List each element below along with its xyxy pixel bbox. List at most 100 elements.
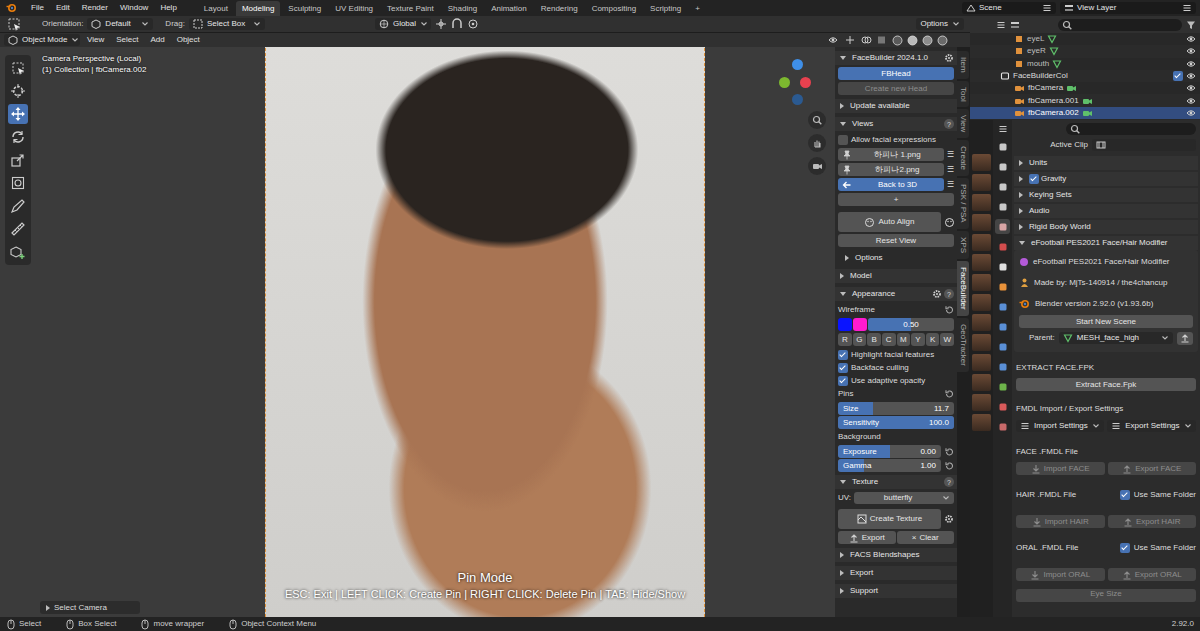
viewport-menu[interactable]: View xyxy=(82,34,109,46)
image-thumbnail[interactable] xyxy=(972,394,991,411)
expand-arrow[interactable] xyxy=(1019,192,1023,198)
checkbox[interactable] xyxy=(1120,490,1130,500)
outliner-row[interactable]: mouth xyxy=(970,58,1200,70)
menu-item[interactable]: Window xyxy=(115,2,153,14)
image-thumbnail[interactable] xyxy=(972,334,991,351)
image-thumbnail[interactable] xyxy=(972,294,991,311)
view-layer-field[interactable]: View Layer xyxy=(1060,2,1196,14)
expand-arrow[interactable] xyxy=(1019,241,1025,245)
create-texture-button[interactable]: Create Texture xyxy=(838,509,941,529)
properties-section[interactable]: Gravity xyxy=(1014,172,1198,186)
expand-arrow[interactable] xyxy=(840,292,846,296)
menu-item[interactable]: Edit xyxy=(51,2,75,14)
clear-texture-button[interactable]: ×Clear xyxy=(897,531,955,544)
view-button[interactable]: Back to 3D xyxy=(838,178,944,191)
image-thumbnail[interactable] xyxy=(972,214,991,231)
properties-tab[interactable] xyxy=(995,139,1010,154)
head-button[interactable]: Create new Head xyxy=(838,82,954,95)
menu-item[interactable]: Render xyxy=(77,2,113,14)
color-preset-button[interactable]: M xyxy=(897,333,911,346)
gizmo-axis[interactable] xyxy=(800,77,811,88)
color-preset-button[interactable]: B xyxy=(867,333,881,346)
outliner-row[interactable]: eyeL xyxy=(970,33,1200,45)
color-preset-button[interactable]: C xyxy=(882,333,896,346)
uv-dropdown[interactable]: butterfly xyxy=(854,492,954,504)
wireframe-opacity-slider[interactable]: 0.50 xyxy=(868,318,954,331)
expand-arrow[interactable] xyxy=(845,255,849,261)
properties-tab[interactable] xyxy=(995,219,1010,234)
image-thumbnail[interactable] xyxy=(972,374,991,391)
tool-button[interactable] xyxy=(8,58,28,78)
viewport-menu[interactable]: Object xyxy=(172,34,205,46)
menu-item[interactable]: File xyxy=(26,2,49,14)
extract-button[interactable]: Extract Face.Fpk xyxy=(1016,378,1196,391)
tool-button[interactable] xyxy=(8,196,28,216)
camera-view-button[interactable] xyxy=(808,157,826,175)
workspace-tab[interactable]: Sculpting xyxy=(282,1,327,16)
sidebar-tab[interactable]: XPS xyxy=(957,231,969,259)
properties-tab[interactable] xyxy=(995,339,1010,354)
expand-arrow[interactable] xyxy=(1019,176,1023,182)
checkbox[interactable] xyxy=(838,350,848,360)
checkbox[interactable] xyxy=(1173,71,1183,81)
settings-dropdown[interactable]: Import Settings xyxy=(1016,420,1104,432)
background-setting-slider[interactable]: Exposure0.00 xyxy=(838,445,941,458)
tool-button[interactable] xyxy=(8,150,28,170)
properties-tab[interactable] xyxy=(995,319,1010,334)
properties-tab[interactable] xyxy=(995,239,1010,254)
properties-tab[interactable] xyxy=(995,199,1010,214)
import-file-button[interactable]: Import HAIR xyxy=(1016,515,1105,528)
expand-arrow[interactable] xyxy=(1019,208,1023,214)
panel-header[interactable]: FaceBuilder 2024.1.0 xyxy=(835,51,957,65)
image-thumbnail[interactable] xyxy=(972,154,991,171)
import-file-button[interactable]: Import ORAL xyxy=(1016,568,1105,581)
add-view-button[interactable]: + xyxy=(838,193,954,206)
properties-section[interactable]: Audio xyxy=(1014,204,1198,218)
workspace-tab[interactable]: Layout xyxy=(198,1,234,16)
views-section[interactable]: Views? xyxy=(835,117,957,131)
image-thumbnail[interactable] xyxy=(972,194,991,211)
checkbox[interactable] xyxy=(1120,543,1130,553)
properties-tab[interactable] xyxy=(995,399,1010,414)
properties-tab[interactable] xyxy=(995,159,1010,174)
image-thumbnail[interactable] xyxy=(972,174,991,191)
properties-section[interactable]: Rigid Body World xyxy=(1014,220,1198,234)
options-dropdown[interactable]: Options xyxy=(916,18,964,30)
gizmo-axis[interactable] xyxy=(779,77,790,88)
expand-arrow[interactable] xyxy=(46,605,50,611)
color-preset-button[interactable]: K xyxy=(926,333,940,346)
view-button[interactable]: 하피나 1.png xyxy=(838,148,944,161)
drag-dropdown[interactable]: Select Box xyxy=(189,18,265,30)
expand-arrow[interactable] xyxy=(1019,224,1023,230)
color-preset-button[interactable]: R xyxy=(838,333,852,346)
properties-tab[interactable] xyxy=(995,259,1010,274)
sidebar-tab[interactable]: View xyxy=(957,109,969,138)
sidebar-tab[interactable]: GeoTracker xyxy=(957,318,969,372)
pin-setting-slider[interactable]: Size11.7 xyxy=(838,402,954,415)
tool-button[interactable] xyxy=(8,81,28,101)
texture-section[interactable]: Texture? xyxy=(835,475,957,489)
properties-tab[interactable] xyxy=(995,359,1010,374)
reset-view-button[interactable]: Reset View xyxy=(838,234,954,247)
viewport-menu[interactable]: Select xyxy=(111,34,143,46)
view-button[interactable]: 하피나2.png xyxy=(838,163,944,176)
view-menu-button[interactable]: ☰ xyxy=(947,165,954,175)
mode-dropdown[interactable]: Object Mode xyxy=(4,34,80,46)
collapsed-section[interactable]: Support xyxy=(835,584,957,598)
expand-arrow[interactable] xyxy=(840,570,844,576)
outliner-row[interactable]: eyeR xyxy=(970,45,1200,57)
tool-button[interactable] xyxy=(8,242,28,262)
properties-search[interactable] xyxy=(1066,123,1196,135)
checkbox[interactable] xyxy=(1029,174,1039,184)
properties-tab[interactable] xyxy=(995,419,1010,434)
checkbox[interactable] xyxy=(838,135,848,145)
sidebar-tab[interactable]: FaceBuilder xyxy=(957,261,969,316)
zoom-button[interactable] xyxy=(808,111,826,129)
image-thumbnail[interactable] xyxy=(972,314,991,331)
expand-arrow[interactable] xyxy=(840,480,846,484)
update-section[interactable]: Update available xyxy=(835,99,957,113)
expand-arrow[interactable] xyxy=(840,122,846,126)
appearance-section[interactable]: Appearance? xyxy=(835,287,957,301)
sidebar-tab[interactable]: Tool xyxy=(957,81,969,108)
sidebar-tab[interactable]: PSK / PSA xyxy=(957,178,969,229)
